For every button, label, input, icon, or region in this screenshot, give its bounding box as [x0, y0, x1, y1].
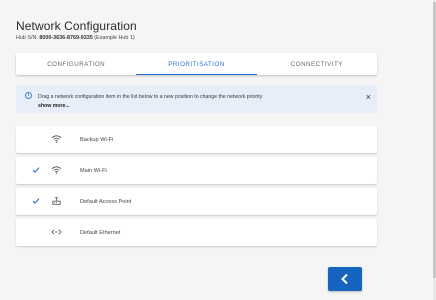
wifi-icon — [51, 166, 62, 174]
info-alert: i Drag a network configuration item in t… — [16, 85, 377, 113]
show-more-link[interactable]: show more... — [38, 103, 70, 109]
hub-label: Hub S/N: — [16, 35, 38, 41]
list-item[interactable]: Main Wi-Fi — [16, 157, 377, 184]
back-button[interactable] — [328, 267, 362, 291]
network-label: Backup Wi-Fi — [80, 136, 114, 143]
list-item[interactable]: Default Ethernet — [16, 219, 377, 246]
list-item[interactable]: Default Access Point — [16, 188, 377, 215]
wifi-icon — [51, 135, 62, 143]
info-icon: i — [25, 92, 32, 99]
alert-message: Drag a network configuration item in the… — [38, 93, 263, 100]
hub-serial: 8000-3636-8769-9335 — [39, 35, 93, 41]
close-icon[interactable]: × — [366, 93, 371, 102]
router-icon — [52, 197, 61, 205]
tab-connectivity[interactable]: CONNECTIVITY — [257, 53, 377, 75]
network-label: Default Access Point — [80, 198, 132, 205]
tab-bar: CONFIGURATION PRIORITISATION CONNECTIVIT… — [16, 53, 377, 75]
chevron-left-icon — [341, 273, 348, 285]
ethernet-icon — [51, 229, 62, 235]
page-title: Network Configuration — [16, 19, 137, 33]
network-label: Main Wi-Fi — [80, 167, 107, 174]
check-icon — [32, 198, 40, 205]
check-icon — [32, 167, 40, 174]
list-item[interactable]: Backup Wi-Fi — [16, 126, 377, 153]
network-label: Default Ethernet — [80, 229, 121, 236]
hub-name: (Example Hub 1) — [94, 35, 135, 41]
hub-info: Hub S/N: 8000-3636-8769-9335 (Example Hu… — [16, 35, 135, 41]
tab-prioritisation[interactable]: PRIORITISATION — [136, 53, 257, 75]
tab-configuration[interactable]: CONFIGURATION — [16, 53, 136, 75]
network-priority-list: Backup Wi-Fi Main Wi-Fi Default Access P… — [16, 126, 377, 250]
